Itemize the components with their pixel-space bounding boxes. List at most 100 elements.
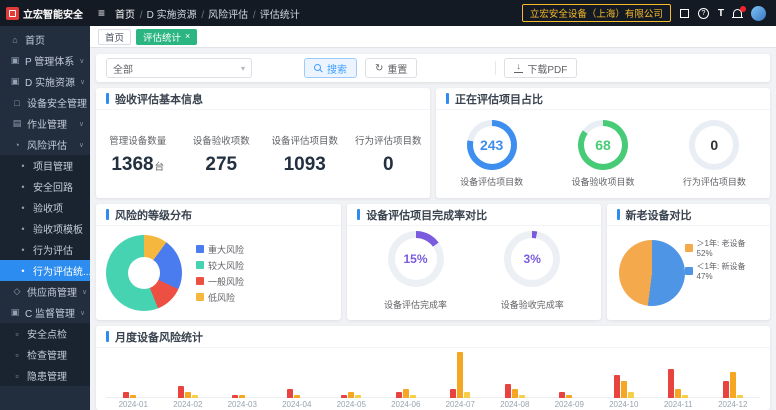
company-badge[interactable]: 立宏安全设备（上海）有限公司 <box>522 4 671 22</box>
gauge-ring: 3% <box>504 231 560 287</box>
bar-x-label: 2024-08 <box>500 400 529 410</box>
bars <box>178 386 198 398</box>
card-title: 新老设备对比 <box>626 207 692 223</box>
sidebar-menu: ⌂首页▣P 管理体系∨▣D 实施资源∨□设备安全管理∨▤作业管理∨◔风险评估∨•… <box>0 29 90 386</box>
bars <box>614 375 634 398</box>
bar-x-label: 2024-03 <box>228 400 257 410</box>
sidebar-item[interactable]: □设备安全管理∨ <box>0 92 90 113</box>
tab-assessment-stats[interactable]: 评估统计 <box>136 29 197 45</box>
sidebar-item-label: 检查管理 <box>27 347 67 362</box>
sidebar-item[interactable]: ▣D 实施资源∨ <box>0 71 90 92</box>
sidebar-item[interactable]: ▤作业管理∨ <box>0 113 90 134</box>
filter-select[interactable]: 全部 <box>106 58 252 78</box>
bar-x-label: 2024-10 <box>609 400 638 410</box>
chevron-down-icon: ∨ <box>79 141 84 149</box>
tab-home[interactable]: 首页 <box>98 29 131 45</box>
risk-icon: ◔ <box>12 140 22 150</box>
stat-assessment-projects: 设备评估项目数 1093 <box>263 133 347 176</box>
gauge-hole: 3% <box>511 238 553 280</box>
hamburger-icon[interactable] <box>98 6 105 20</box>
bar-group: 2024-11 <box>651 348 706 410</box>
topbar: 立宏智能安全 首页 D 实施资源 风险评估 评估统计 立宏安全设备（上海）有限公… <box>0 0 776 26</box>
app-window: 立宏智能安全 首页 D 实施资源 风险评估 评估统计 立宏安全设备（上海）有限公… <box>0 0 776 410</box>
gauge-label: 设备验收完成率 <box>501 298 564 311</box>
stat-value: 1368 <box>111 154 153 175</box>
folder-icon: ▣ <box>10 307 20 318</box>
ring-label: 设备评估项目数 <box>460 175 523 188</box>
sidebar-item[interactable]: ⌂首页 <box>0 29 90 50</box>
title-accent <box>357 209 360 220</box>
help-icon[interactable] <box>698 8 709 19</box>
bar <box>348 392 354 398</box>
bar-group: 2024-03 <box>215 348 270 410</box>
sidebar-item-label: 验收项 <box>33 200 63 215</box>
legend-item[interactable]: ＞1年: 老设备 52% <box>685 238 762 258</box>
sidebar-item[interactable]: •项目管理 <box>0 155 90 176</box>
bar <box>464 392 470 398</box>
legend-item[interactable]: 重大风险 <box>196 243 244 256</box>
close-icon[interactable] <box>185 32 190 41</box>
breadcrumb-item[interactable]: 风险评估 <box>208 6 258 21</box>
sidebar-item[interactable]: ◔风险评估∨ <box>0 134 90 155</box>
sidebar-item[interactable]: •安全回路 <box>0 176 90 197</box>
stat-label: 设备验收项数 <box>180 133 264 147</box>
monthly-chart-area: 2024-012024-022024-032024-042024-052024-… <box>96 348 770 410</box>
bar <box>294 395 300 398</box>
breadcrumb-item[interactable]: 评估统计 <box>260 6 300 21</box>
reset-button[interactable]: 重置 <box>365 58 417 78</box>
sidebar-item[interactable]: ▫隐患管理 <box>0 365 90 386</box>
avatar[interactable] <box>751 6 766 21</box>
breadcrumb-item[interactable]: 首页 <box>115 6 145 21</box>
sidebar-item[interactable]: •验收项模板 <box>0 218 90 239</box>
card-title: 月度设备风险统计 <box>115 329 203 345</box>
sidebar: ⌂首页▣P 管理体系∨▣D 实施资源∨□设备安全管理∨▤作业管理∨◔风险评估∨•… <box>0 26 90 410</box>
bar <box>682 395 688 398</box>
sidebar-item[interactable]: ▫安全点检 <box>0 323 90 344</box>
chevron-down-icon: ∨ <box>79 120 84 128</box>
legend-item[interactable]: 较大风险 <box>196 259 244 272</box>
sidebar-item-label: 设备安全管理 <box>27 95 87 110</box>
new-old-pie <box>619 240 685 306</box>
stat-label: 行为评估项目数 <box>347 133 431 147</box>
search-button[interactable]: 搜索 <box>304 58 357 78</box>
new-old-body: ＞1年: 老设备 52% ＜1年: 新设备 47% <box>607 226 770 320</box>
tabs-bar: 首页 评估统计 <box>90 26 776 48</box>
legend-label: 一般风险 <box>208 275 244 288</box>
bar-x-label: 2024-01 <box>119 400 148 410</box>
row-middle: 风险的等级分布 重大风险 较大风险 一般风险 低风险 设备评估项目完成率对比 <box>96 204 770 320</box>
folder-icon: ▣ <box>10 55 20 66</box>
sidebar-item[interactable]: ◇供应商管理∨ <box>0 281 90 302</box>
sidebar-item-label: 安全点检 <box>27 326 67 341</box>
bar <box>355 395 361 398</box>
sidebar-item[interactable]: ▫检查管理 <box>0 344 90 365</box>
sidebar-item-label: 隐患管理 <box>27 368 67 383</box>
stat-acceptance-items: 设备验收项数 275 <box>180 133 264 176</box>
breadcrumb-item[interactable]: D 实施资源 <box>147 6 207 21</box>
legend-swatch <box>685 244 693 252</box>
sidebar-item-label: 供应商管理 <box>27 284 77 299</box>
fullscreen-icon[interactable] <box>680 9 689 18</box>
bar-group: 2024-07 <box>433 348 488 410</box>
bell-icon[interactable] <box>733 9 742 17</box>
home-icon: ⌂ <box>10 35 20 45</box>
sidebar-item[interactable]: •行为评估 <box>0 239 90 260</box>
sidebar-item[interactable]: •行为评估统... <box>0 260 90 281</box>
sidebar-item[interactable]: ▣C 监督管理∨ <box>0 302 90 323</box>
bar-group: 2024-01 <box>106 348 161 410</box>
gauge-group: 3% 设备验收完成率 <box>501 231 564 311</box>
sidebar-item[interactable]: •验收项 <box>0 197 90 218</box>
bar <box>559 392 565 398</box>
sidebar-item-label: 项目管理 <box>33 158 73 173</box>
legend-item[interactable]: 一般风险 <box>196 275 244 288</box>
stat-value: 0 <box>383 154 394 175</box>
legend-swatch <box>685 267 693 275</box>
legend-item[interactable]: 低风险 <box>196 291 244 304</box>
legend-item[interactable]: ＜1年: 新设备 47% <box>685 261 762 281</box>
font-size-icon[interactable] <box>718 8 724 19</box>
ring-hole: 0 <box>695 126 733 164</box>
sidebar-item[interactable]: ▣P 管理体系∨ <box>0 50 90 71</box>
download-pdf-button[interactable]: 下载PDF <box>504 58 577 78</box>
bar-x-label: 2024-05 <box>337 400 366 410</box>
gauge-group: 15%设备评估完成率 <box>384 231 447 311</box>
row-top: 验收评估基本信息 管理设备数量 1368台 设备验收项数 275 设备评估项目数 <box>96 88 770 198</box>
